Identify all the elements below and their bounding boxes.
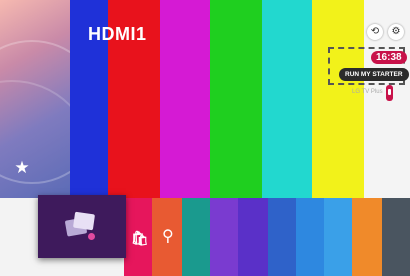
tv-screen: HDMI1 ★ ⟲ ⚙ 16:38 RUN MY STARTER LG TV P… [0,0,410,276]
yellow-bar [312,0,364,198]
input-source-title: HDMI1 [88,24,147,44]
star-icon[interactable]: ★ [12,158,32,178]
home-dashboard-tile[interactable] [38,195,126,258]
green-bar [210,0,262,198]
launcher-tile-app[interactable] [324,198,352,276]
channel-plus-label: LG TV Plus [352,89,383,95]
magenta-bar [160,0,210,198]
launcher-tile-app[interactable] [238,198,268,276]
clock: 16:38 [371,51,407,64]
launcher-tile-app[interactable] [182,198,210,276]
shopping-bag-icon[interactable]: 🛍 [131,230,149,247]
input-icon[interactable]: ⟲ [367,24,383,40]
search-icon[interactable]: ⚲ [162,226,174,246]
launcher-tile-app[interactable] [352,198,382,276]
cyan-bar [262,0,312,198]
gear-icon[interactable]: ⚙ [388,24,404,40]
wallpaper-swirl [0,0,70,198]
home-photos-icon [64,211,96,240]
launcher-tile-app[interactable] [268,198,296,276]
launcher-tile-app[interactable] [296,198,324,276]
launcher-tile-app[interactable] [210,198,238,276]
run-my-starter-button[interactable]: RUN MY STARTER [339,68,409,81]
launcher-tile-app[interactable] [382,198,410,276]
top-right-controls: ⟲ ⚙ [367,24,404,40]
remote-icon [386,85,393,101]
